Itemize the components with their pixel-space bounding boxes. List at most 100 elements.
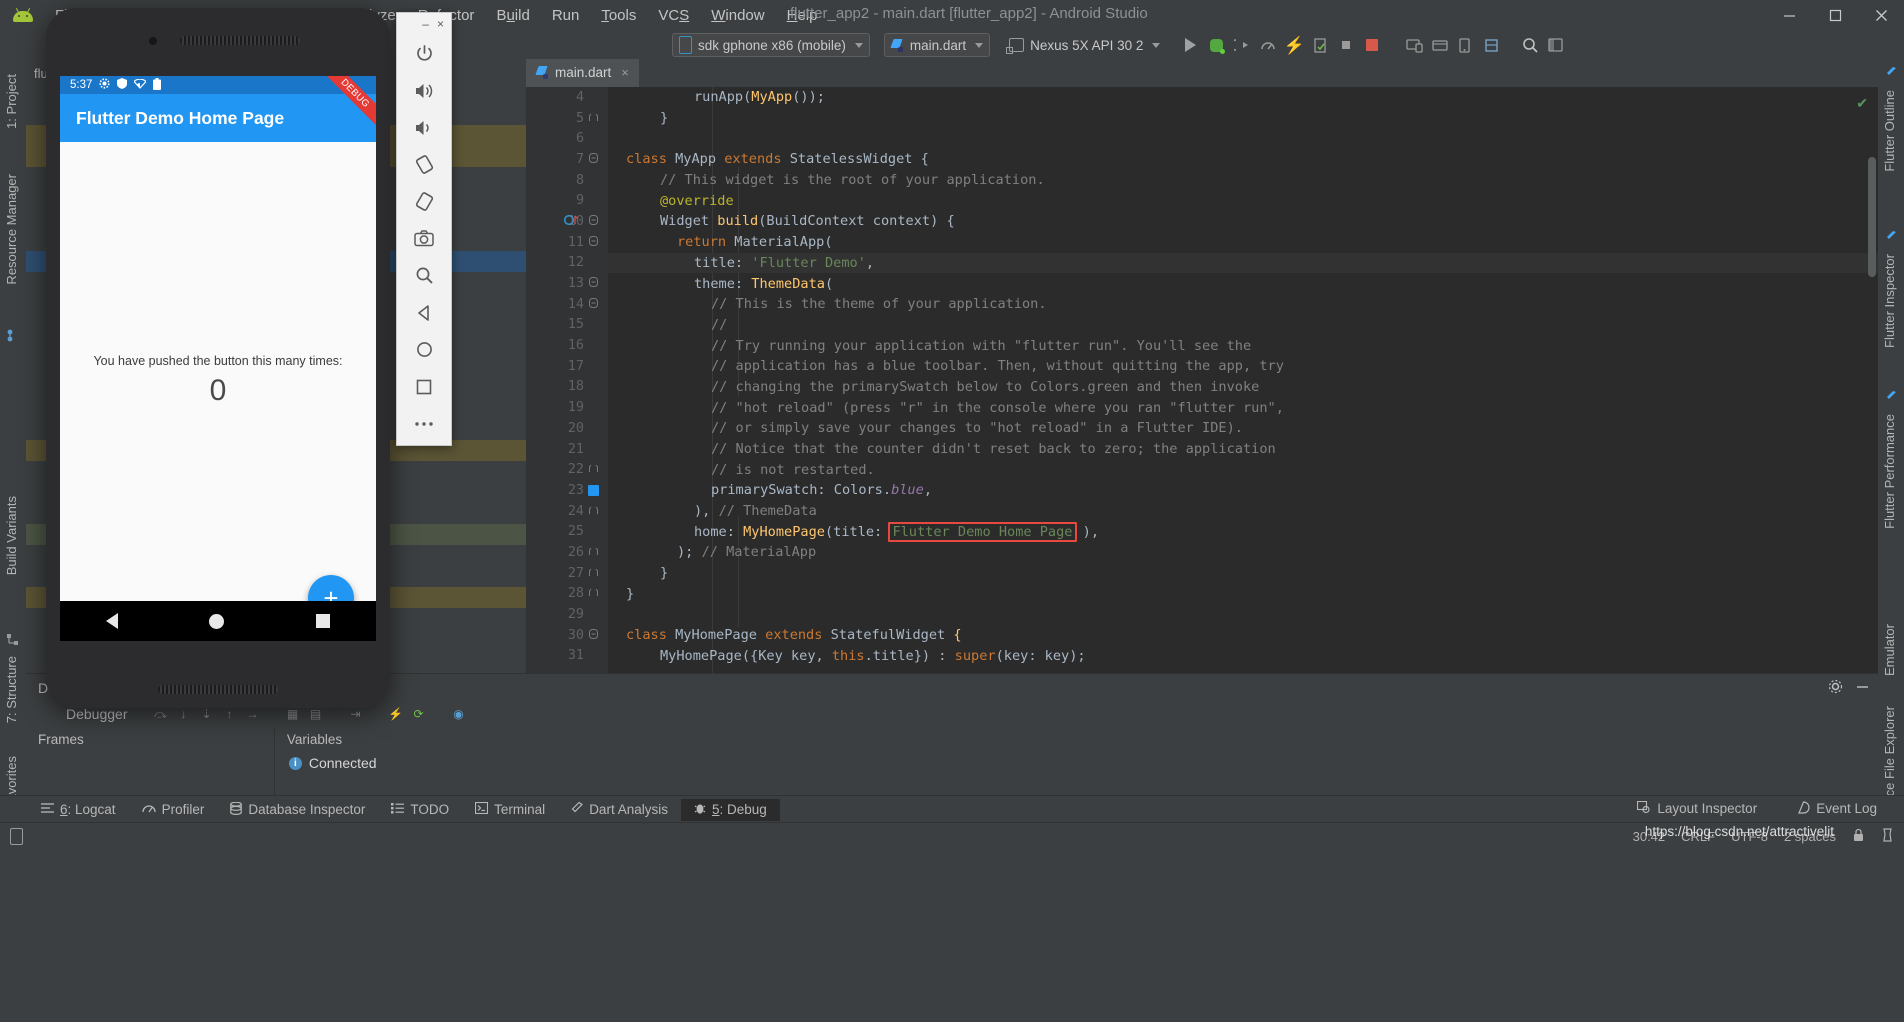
code-line[interactable]: 30 class MyHomePage extends StatefulWidge…	[568, 625, 1878, 646]
volume-down-icon[interactable]	[397, 109, 451, 146]
more-icon[interactable]	[397, 405, 451, 442]
menu-item-vcs[interactable]: VCS	[647, 4, 700, 27]
code-line[interactable]: 5}	[576, 108, 1878, 129]
flutter-outline-icon[interactable]	[1884, 66, 1899, 81]
code-line[interactable]: 21 // Notice that the counter didn't rese…	[568, 439, 1878, 460]
window-maximize-button[interactable]	[1812, 0, 1858, 30]
code-line[interactable]: 7 class MyApp extends StatelessWidget {	[576, 149, 1878, 170]
attach-debugger-button[interactable]	[1229, 33, 1255, 57]
color-swatch[interactable]	[588, 484, 599, 496]
layout-inspector-button[interactable]	[1479, 33, 1505, 57]
code-fold-marker[interactable]	[588, 628, 599, 642]
rotate-right-icon[interactable]	[397, 183, 451, 220]
bottom-bar-6-logcat[interactable]: 6: Logcat	[28, 799, 129, 820]
run-configuration-selector[interactable]: main.dart	[883, 33, 991, 57]
ec-close-button[interactable]: ×	[437, 17, 444, 31]
overview-icon[interactable]	[397, 368, 451, 405]
editor-scrollbar[interactable]	[1868, 157, 1876, 277]
sidebar-tab-project[interactable]: 1: Project	[0, 68, 24, 135]
menu-item-tools[interactable]: Tools	[590, 4, 647, 27]
back-icon[interactable]	[397, 294, 451, 331]
sidebar-tab-resource-manager[interactable]: Resource Manager	[0, 168, 24, 291]
bottom-bar-todo[interactable]: TODO	[378, 799, 462, 820]
device-status-icon[interactable]	[10, 827, 23, 845]
code-fold-marker[interactable]	[588, 152, 599, 166]
bottom-bar-5-debug[interactable]: 5: Debug	[680, 798, 780, 821]
volume-up-icon[interactable]	[397, 72, 451, 109]
override-gutter-icon[interactable]	[563, 214, 582, 229]
code-fold-marker[interactable]	[588, 277, 599, 290]
window-minimize-button[interactable]	[1766, 0, 1812, 30]
sidebar-tab-flutter-inspector[interactable]: Flutter Inspector	[1877, 248, 1902, 354]
code-line[interactable]: 19 // "hot reload" (press "r" in the cons…	[568, 397, 1878, 418]
window-close-button[interactable]	[1858, 0, 1904, 30]
code-line[interactable]: 14 // This is the theme of your applicati…	[568, 294, 1878, 315]
flutter-stop-button[interactable]	[1359, 33, 1385, 57]
bottom-bar-profiler[interactable]: Profiler	[129, 799, 218, 820]
device-selector[interactable]: sdk gphone x86 (mobile)	[672, 33, 870, 57]
bottom-bar-event-log[interactable]: Event Log	[1784, 798, 1890, 820]
emulator-screen[interactable]: 5:37 Flutter Demo Home Page You have pus	[60, 76, 376, 641]
rotate-left-icon[interactable]	[397, 146, 451, 183]
project-structure-button[interactable]	[1543, 33, 1569, 57]
zoom-icon[interactable]	[397, 257, 451, 294]
nav-home-icon[interactable]	[209, 613, 225, 629]
open-devtools-icon[interactable]: ◉	[449, 705, 469, 723]
code-editor[interactable]: 4 runApp(MyApp()); 5} 6 7 class MyApp extends…	[526, 87, 1878, 673]
code-line[interactable]: 29	[568, 604, 1878, 625]
bottom-bar-database-inspector[interactable]: Database Inspector	[217, 799, 378, 821]
nav-back-icon[interactable]	[105, 613, 118, 629]
ec-minimize-button[interactable]: –	[422, 17, 429, 31]
code-line[interactable]: 31 MyHomePage({Key key, this.title}) : su…	[568, 646, 1878, 667]
sidebar-tab-flutter-outline[interactable]: Flutter Outline	[1877, 84, 1902, 178]
bottom-bar-layout-inspector[interactable]: Layout Inspector	[1624, 798, 1770, 820]
code-line[interactable]: 16 // Try running your application with "…	[568, 335, 1878, 356]
camera-icon[interactable]	[397, 220, 451, 257]
power-icon[interactable]	[397, 35, 451, 72]
code-line[interactable]: 20 // or simply save your changes to "hot…	[568, 418, 1878, 439]
code-line[interactable]: 8 // This widget is the root of your appl…	[576, 170, 1878, 191]
code-fold-marker[interactable]	[588, 505, 599, 518]
code-fold-marker[interactable]	[588, 546, 599, 559]
code-line[interactable]: 6	[576, 128, 1878, 149]
code-fold-marker[interactable]	[588, 214, 599, 228]
code-fold-marker[interactable]	[588, 235, 599, 249]
flutter-inspector-icon[interactable]	[1884, 230, 1899, 245]
debug-button[interactable]	[1203, 33, 1229, 57]
code-fold-marker[interactable]	[588, 463, 599, 476]
code-line[interactable]: 4 runApp(MyApp());	[576, 87, 1878, 108]
structure-mini-icon[interactable]	[6, 328, 21, 343]
menu-item-build[interactable]: Build	[485, 4, 540, 27]
sidebar-tab-flutter-performance[interactable]: Flutter Performance	[1877, 408, 1902, 535]
close-icon[interactable]: ×	[621, 65, 629, 80]
apply-changes-button[interactable]	[1307, 33, 1333, 57]
code-line[interactable]: 26); // MaterialApp	[568, 542, 1878, 563]
device-file-explorer-button[interactable]	[1453, 33, 1479, 57]
hot-reload-debug-icon[interactable]: ⚡	[386, 705, 406, 723]
profiler-button[interactable]	[1255, 33, 1281, 57]
code-line[interactable]: 18 // changing the primarySwatch below to…	[568, 377, 1878, 398]
code-fold-marker[interactable]	[588, 297, 599, 311]
code-line[interactable]: 9 @override	[576, 190, 1878, 211]
sdk-manager-button[interactable]	[1427, 33, 1453, 57]
sidebar-tab-emulator[interactable]: Emulator	[1877, 618, 1902, 682]
run-button[interactable]	[1177, 33, 1203, 57]
code-line[interactable]: 13 theme: ThemeData(	[568, 273, 1878, 294]
code-lines[interactable]: 4 runApp(MyApp()); 5} 6 7 class MyApp extends…	[563, 87, 1878, 673]
hot-reload-button[interactable]: ⚡	[1281, 33, 1307, 57]
emulator-window[interactable]: 5:37 Flutter Demo Home Page You have pus	[46, 8, 390, 708]
inspection-status-icon[interactable]: ✔	[1856, 95, 1868, 112]
code-line[interactable]: 15 //	[568, 315, 1878, 336]
editor-tab-main-dart[interactable]: main.dart ×	[526, 59, 639, 88]
lock-icon[interactable]	[1852, 828, 1865, 845]
code-line[interactable]: 27}	[568, 563, 1878, 584]
avd-manager-button[interactable]	[1401, 33, 1427, 57]
sidebar-tab-structure[interactable]: 7: Structure	[0, 650, 24, 729]
code-line[interactable]: 12 title: 'Flutter Demo',	[568, 252, 1878, 274]
menu-item-run[interactable]: Run	[541, 4, 591, 27]
avd-selector[interactable]: Nexus 5X API 30 2	[1002, 33, 1167, 57]
code-fold-marker[interactable]	[588, 112, 599, 125]
bottom-bar-dart-analysis[interactable]: Dart Analysis	[558, 799, 681, 821]
search-everywhere-button[interactable]	[1517, 33, 1543, 57]
code-line[interactable]: 11 return MaterialApp(	[568, 232, 1878, 253]
